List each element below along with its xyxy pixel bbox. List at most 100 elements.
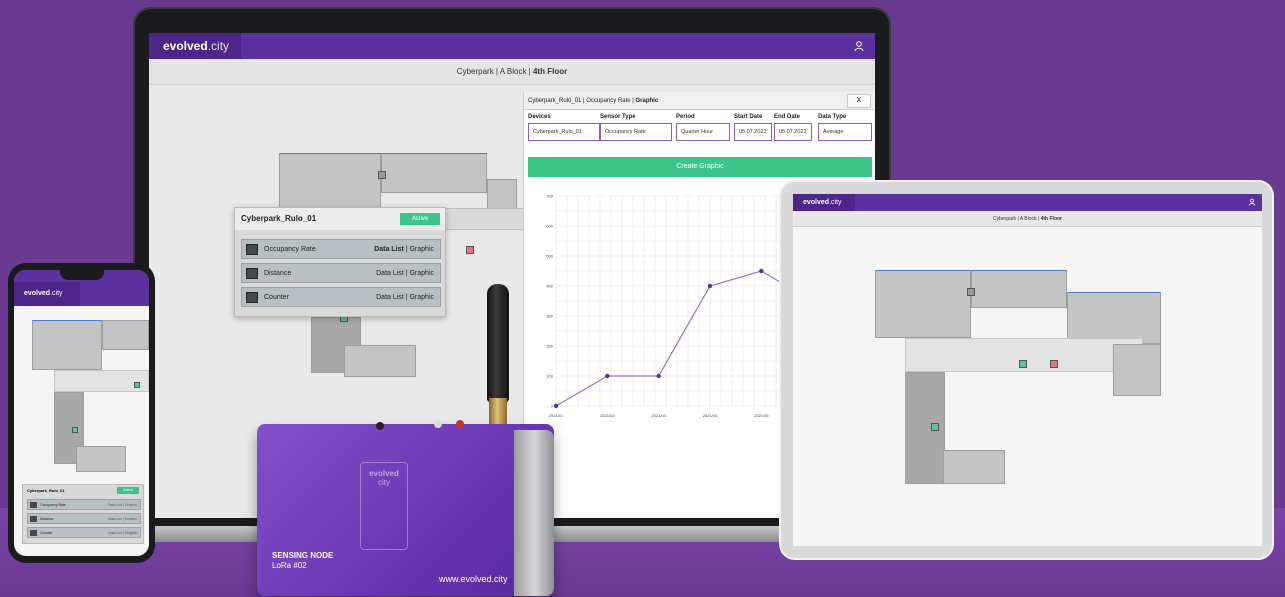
data-type-select[interactable]: Average [818, 123, 872, 141]
data-list-link[interactable]: Data List [374, 246, 404, 253]
floor-plan-room [905, 372, 945, 484]
breadcrumb: Cyberpark | A Block | 4th Floor [149, 59, 875, 85]
floor-plan-room [381, 153, 487, 193]
floor-plan-room [971, 270, 1067, 308]
y-tick-label: 0 [551, 404, 554, 409]
sensor-logo: evolved city [360, 462, 408, 550]
sensor-title-line1: SENSING NODE [272, 551, 334, 560]
brand-name: evolved [163, 39, 208, 53]
data-point [707, 283, 713, 289]
brand-suffix: .city [829, 199, 842, 206]
sensor-title: SENSING NODE LoRa #02 [272, 551, 333, 571]
sensor-marker-free[interactable] [931, 423, 939, 431]
x-tick-label: 2021/01 [549, 413, 564, 418]
sensor-marker-occupied[interactable] [1050, 360, 1058, 368]
sensor-marker[interactable] [378, 171, 386, 179]
user-icon[interactable] [853, 40, 865, 52]
y-tick-label: 100 [546, 374, 553, 379]
led-indicator [434, 420, 442, 428]
graphic-link[interactable]: Graphic [409, 294, 434, 301]
sensor-url: www.evolved.city [439, 574, 508, 584]
sensing-node-side [514, 430, 554, 596]
led-indicator [376, 422, 384, 430]
data-point [605, 373, 610, 379]
sensor-title-line2: LoRa #02 [272, 561, 307, 570]
link-separator: | [405, 294, 408, 301]
data-list-link[interactable]: Data List [376, 294, 404, 301]
sensor-row[interactable]: Occupancy Rate Data List | Graphic [27, 499, 141, 510]
y-tick-label: 400 [546, 284, 553, 289]
floor-plan-room [1067, 292, 1161, 344]
brand-logo[interactable]: evolved.city [793, 194, 855, 211]
breadcrumb-floor: 4th Floor [532, 67, 568, 76]
antenna [487, 284, 509, 402]
sensor-row-label: Occupancy Rate [264, 246, 316, 253]
counter-icon [246, 292, 258, 303]
chart-icon [246, 244, 258, 255]
brand-suffix: .city [207, 39, 230, 53]
sensor-type-label: Sensor Type [600, 114, 636, 120]
graphic-panel-title-bold: Graphic [635, 98, 659, 104]
sensor-row[interactable]: Distance Data List | Graphic [27, 513, 141, 524]
graphic-panel-header: Cyberpark_Rulo_01 | Occupancy Rate | Gra… [524, 92, 875, 110]
period-select[interactable]: Quarter Hour [676, 123, 730, 141]
sensor-row-actions[interactable]: Data List | Graphic [108, 528, 137, 538]
sensor-marker[interactable] [967, 288, 975, 296]
sensor-row-label: Occupancy Rate [40, 503, 66, 507]
user-icon[interactable] [1248, 198, 1256, 206]
floor-plan-room [875, 270, 971, 338]
sensor-marker-free[interactable] [72, 427, 78, 433]
sensor-type-select[interactable]: Occupancy Rate [600, 123, 672, 141]
graphic-panel-title: Cyberpark_Rulo_01 | Occupancy Rate | [528, 98, 636, 104]
floor-plan-room [279, 153, 381, 208]
device-popup: Cyberpark_Rulo_01 Active Occupancy Rate … [234, 207, 446, 317]
tablet-top-nav-bar: evolved.city [793, 194, 1262, 211]
devices-label: Devices [528, 114, 551, 120]
sensor-row-label: Counter [40, 531, 53, 535]
floor-plan-room [76, 446, 126, 472]
data-type-label: Data Type [818, 114, 847, 120]
start-date-input[interactable]: 05.07.2021 [734, 123, 772, 141]
brand-logo[interactable]: evolved.city [149, 33, 241, 59]
sensor-row[interactable]: Counter Data List | Graphic [27, 527, 141, 538]
sensor-row-label: Distance [40, 517, 54, 521]
floor-plan-room [102, 320, 149, 350]
y-tick-label: 600 [546, 224, 553, 229]
sensor-row-label: Distance [264, 270, 292, 277]
graphic-link[interactable]: Graphic [409, 270, 434, 277]
x-tick-label: 2021/02 [600, 413, 615, 418]
breadcrumb-path: Cyberpark | A Block | [992, 216, 1041, 222]
device-popup-header: Cyberpark_Rulo_01 Active [235, 208, 445, 230]
graphic-link[interactable]: Graphic [409, 246, 434, 253]
led-indicator [456, 420, 464, 428]
sensor-row-label: Counter [264, 294, 289, 301]
sensor-row-actions[interactable]: Data List | Graphic [108, 514, 137, 524]
sensor-marker-free[interactable] [134, 382, 140, 388]
floor-plan-room [943, 450, 1005, 484]
data-list-link[interactable]: Data List [376, 270, 404, 277]
sensor-row-actions[interactable]: Data List | Graphic [108, 500, 137, 510]
link-separator: | [405, 270, 408, 277]
tablet-frame: evolved.city Cyberpark | A Block | 4th F… [779, 180, 1274, 560]
sensor-marker-free[interactable] [1019, 360, 1027, 368]
create-graphic-button[interactable]: Create Graphic [528, 157, 872, 177]
ruler-icon [246, 268, 258, 279]
x-tick-label: 2021/05 [754, 413, 769, 418]
sensor-row[interactable]: Occupancy Rate Data List | Graphic [241, 239, 441, 259]
tablet-screen: evolved.city Cyberpark | A Block | 4th F… [793, 194, 1262, 546]
close-button[interactable]: X [847, 94, 871, 108]
brand-logo[interactable]: evolved.city [14, 282, 80, 306]
top-nav-bar: evolved.city [149, 33, 875, 59]
sensor-row[interactable]: Counter Data List | Graphic [241, 287, 441, 307]
end-date-input[interactable]: 05.07.2021 [774, 123, 812, 141]
y-tick-label: 300 [546, 314, 553, 319]
status-badge: Active [400, 213, 440, 225]
floor-plan-room [1113, 344, 1161, 396]
brand-name: evolved [803, 199, 830, 206]
brand-suffix: .city [50, 290, 63, 297]
breadcrumb-floor: 4th Floor [1040, 216, 1062, 222]
end-date-label: End Date [774, 114, 801, 120]
sensor-row[interactable]: Distance Data List | Graphic [241, 263, 441, 283]
sensor-marker-occupied[interactable] [466, 246, 474, 254]
devices-select[interactable]: Cyberpark_Rulo_01 [528, 123, 600, 141]
